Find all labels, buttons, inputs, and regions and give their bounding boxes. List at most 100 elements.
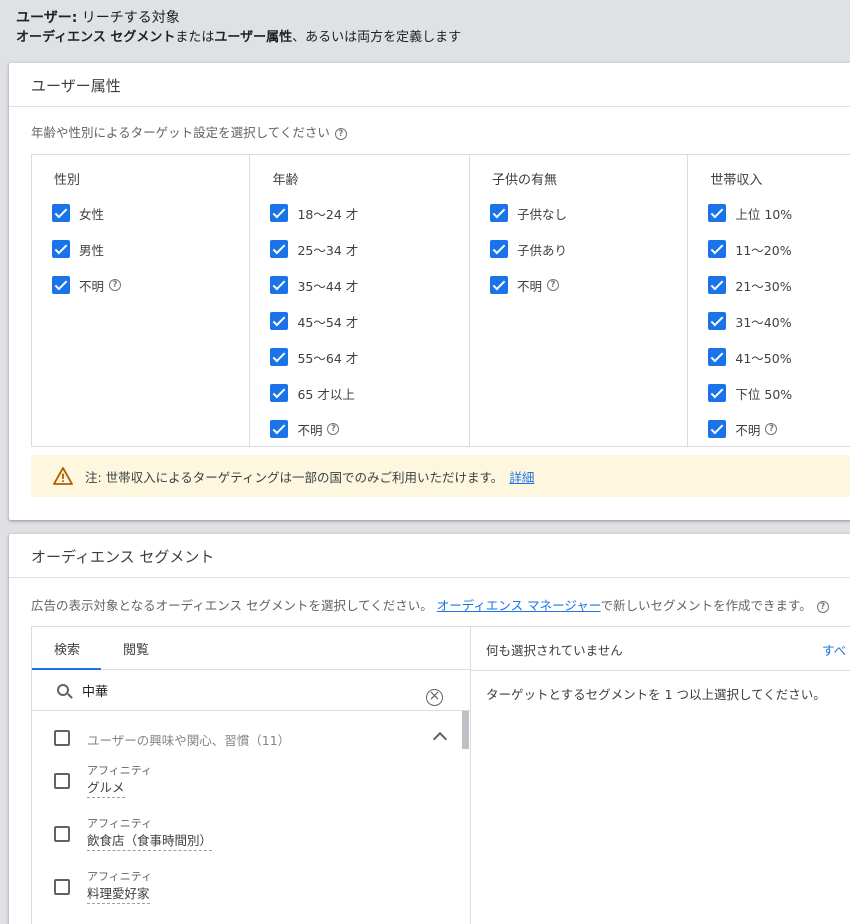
- checked-checkbox[interactable]: [270, 276, 289, 294]
- checked-checkbox[interactable]: [708, 204, 727, 222]
- page-header: ユーザー: リーチする対象 オーディエンス セグメントまたはユーザー属性、あるい…: [16, 8, 461, 48]
- column-header: 世帯収入: [710, 173, 763, 188]
- picker-divider: [470, 627, 471, 924]
- column-header: 年齢: [272, 173, 299, 188]
- checkbox-label: 31～40%: [735, 314, 792, 330]
- checked-checkbox[interactable]: [270, 312, 289, 330]
- checkbox-option[interactable]: 男性: [52, 239, 104, 259]
- checkbox-label: 65 才以上: [297, 386, 355, 402]
- checkbox-option[interactable]: 不明?: [52, 275, 122, 295]
- checkbox-label: 不明: [516, 278, 542, 294]
- checkbox-label: 下位 50%: [735, 386, 793, 402]
- checked-checkbox[interactable]: [52, 276, 70, 294]
- chevron-up-icon[interactable]: [432, 731, 448, 747]
- checkbox-label: 18～24 才: [297, 206, 359, 222]
- checkbox-label: 男性: [79, 242, 105, 258]
- checkbox-option[interactable]: 下位 50%: [708, 383, 792, 403]
- selected-header: 何も選択されていません: [486, 643, 623, 658]
- demographics-subtitle-text: 年齢や性別によるターゲット設定を選択してください: [31, 125, 330, 140]
- search-bar[interactable]: 中華 ×: [32, 670, 470, 711]
- checkbox-option[interactable]: 不明?: [489, 275, 559, 295]
- audience-desc-text: 広告の表示対象となるオーディエンス セグメントを選択してください。: [31, 598, 433, 613]
- segment-checkbox[interactable]: [54, 879, 70, 895]
- help-icon[interactable]: ?: [109, 279, 122, 291]
- segment-result-item[interactable]: アフィニティ グルメ: [32, 763, 462, 816]
- audience-manager-link[interactable]: オーディエンス マネージャー: [437, 598, 601, 613]
- checked-checkbox[interactable]: [489, 240, 508, 258]
- scrollbar[interactable]: [462, 711, 469, 749]
- help-icon[interactable]: ?: [327, 423, 340, 435]
- checkbox-option[interactable]: 45～54 才: [270, 311, 358, 331]
- checkbox-option[interactable]: 35～44 才: [270, 275, 358, 295]
- audience-desc-post: で新しいセグメントを作成できます。: [600, 598, 812, 613]
- segment-result-item[interactable]: アフィニティ 料理愛好家: [32, 869, 462, 922]
- checkbox-option[interactable]: 65 才以上: [270, 383, 355, 403]
- checkbox-option[interactable]: 女性: [52, 203, 104, 223]
- selected-empty-message: ターゲットとするセグメントを 1 つ以上選択してください。: [486, 687, 826, 702]
- checkbox-label: 女性: [79, 206, 105, 222]
- checkbox-option[interactable]: 55～64 才: [270, 347, 358, 367]
- checkbox-label: 不明: [79, 278, 105, 294]
- checkbox-option[interactable]: 子供なし: [489, 203, 567, 223]
- checked-checkbox[interactable]: [708, 240, 727, 258]
- segment-type: アフィニティ: [87, 870, 153, 883]
- checkbox-label: 不明: [735, 422, 761, 438]
- checked-checkbox[interactable]: [270, 240, 289, 258]
- segment-checkbox[interactable]: [54, 826, 70, 842]
- checkbox-label: 41～50%: [735, 350, 792, 366]
- checkbox-option[interactable]: 不明?: [270, 419, 340, 439]
- select-all-link[interactable]: すべ: [822, 640, 846, 659]
- help-icon[interactable]: ?: [334, 127, 347, 140]
- checked-checkbox[interactable]: [708, 276, 727, 294]
- checkbox-label: 25～34 才: [297, 242, 359, 258]
- segment-checkbox[interactable]: [54, 773, 70, 789]
- tab-search[interactable]: 検索: [54, 639, 80, 658]
- checkbox-option[interactable]: 子供あり: [489, 239, 567, 259]
- audience-segments-card: オーディエンス セグメント 広告の表示対象となるオーディエンス セグメントを選択…: [9, 534, 850, 924]
- checked-checkbox[interactable]: [708, 420, 727, 438]
- note-text: 注: 世帯収入によるターゲティングは一部の国でのみご利用いただけます。: [85, 469, 504, 485]
- checkbox-option[interactable]: 上位 10%: [708, 203, 792, 223]
- checked-checkbox[interactable]: [270, 420, 289, 438]
- checked-checkbox[interactable]: [270, 384, 289, 402]
- checkbox-option[interactable]: 11～20%: [708, 239, 792, 259]
- segment-type: アフィニティ: [87, 764, 153, 777]
- selected-divider: [470, 670, 850, 671]
- segment-type: アフィニティ: [87, 817, 153, 830]
- checkbox-label: 上位 10%: [735, 206, 793, 222]
- help-icon[interactable]: ?: [546, 279, 559, 291]
- checked-checkbox[interactable]: [708, 348, 727, 366]
- header-conjunction: または: [175, 30, 215, 45]
- help-icon[interactable]: ?: [816, 600, 829, 613]
- checked-checkbox[interactable]: [52, 240, 70, 258]
- checked-checkbox[interactable]: [708, 312, 727, 330]
- income-availability-note: 注: 世帯収入によるターゲティングは一部の国でのみご利用いただけます。 詳細: [31, 455, 850, 497]
- checkbox-label: 35～44 才: [297, 278, 359, 294]
- checkbox-option[interactable]: 18～24 才: [270, 203, 358, 223]
- gender-column: 性別 女性 男性 不明?: [32, 155, 251, 446]
- category-checkbox[interactable]: [54, 730, 70, 746]
- checked-checkbox[interactable]: [52, 204, 70, 222]
- checkbox-label: 55～64 才: [297, 350, 359, 366]
- warning-icon: [53, 467, 73, 485]
- demographics-card: ユーザー属性 年齢や性別によるターゲット設定を選択してください? 性別 女性 男性不…: [9, 63, 850, 520]
- category-row[interactable]: ユーザーの興味や関心、習慣（11）: [32, 711, 462, 763]
- checked-checkbox[interactable]: [489, 276, 508, 294]
- checkbox-option[interactable]: 21～30%: [708, 275, 792, 295]
- checkbox-option[interactable]: 31～40%: [708, 311, 792, 331]
- search-input[interactable]: 中華: [82, 681, 108, 700]
- segment-result-item[interactable]: アフィニティ 飲食店（食事時間別）: [32, 816, 462, 869]
- learn-more-link[interactable]: 詳細: [509, 467, 534, 486]
- checked-checkbox[interactable]: [489, 204, 508, 222]
- checkbox-option[interactable]: 不明?: [708, 419, 778, 439]
- checked-checkbox[interactable]: [270, 348, 289, 366]
- segment-picker: 検索 閲覧 中華 × ユーザーの興味や関心、習慣（11） アフィニティ グルメ アフ…: [31, 626, 850, 924]
- checked-checkbox[interactable]: [708, 384, 727, 402]
- checked-checkbox[interactable]: [270, 204, 289, 222]
- clear-search-icon[interactable]: ×: [426, 689, 443, 706]
- tab-browse[interactable]: 閲覧: [123, 639, 149, 658]
- checkbox-label: 11～20%: [735, 242, 792, 258]
- help-icon[interactable]: ?: [765, 423, 778, 435]
- checkbox-option[interactable]: 25～34 才: [270, 239, 358, 259]
- checkbox-option[interactable]: 41～50%: [708, 347, 792, 367]
